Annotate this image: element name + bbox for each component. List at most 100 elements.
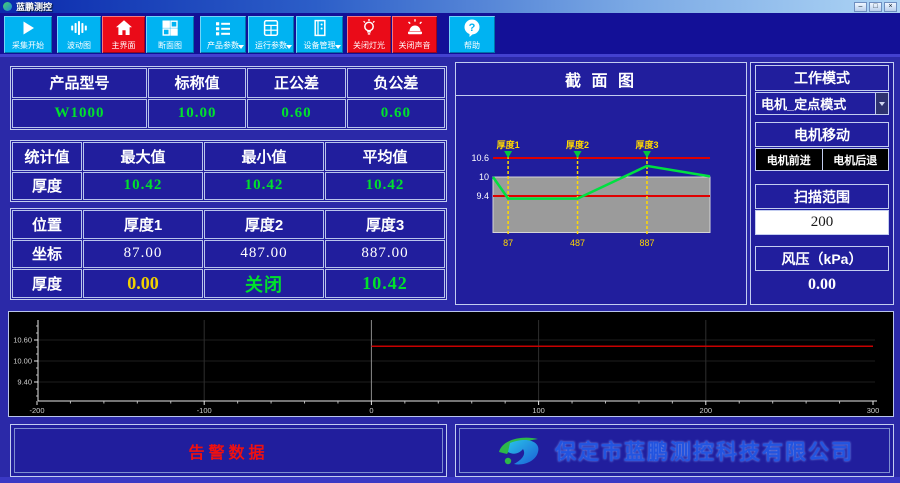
svg-text:-200: -200 — [29, 406, 44, 415]
svg-text:厚度1: 厚度1 — [497, 139, 520, 150]
chevron-down-icon — [286, 45, 292, 49]
air-pressure-value: 0.00 — [755, 273, 889, 296]
toolbar-button-run-params[interactable]: 运行参数 — [248, 16, 294, 53]
svg-text:9.40: 9.40 — [17, 378, 32, 387]
trend-chart-panel: 9.40 10.00 10.60 -200 -100 0 100 200 300 — [8, 311, 894, 417]
toolbar-button-label: 主界面 — [112, 40, 136, 51]
company-name: 保定市蓝鹏测控科技有限公司 — [555, 436, 854, 466]
window-title: 蓝鹏测控 — [16, 0, 52, 13]
light-bulb-icon — [359, 18, 379, 38]
svg-text:100: 100 — [532, 406, 545, 415]
min-value: 10.42 — [204, 172, 324, 201]
thickness2-header: 厚度2 — [204, 210, 324, 239]
alarm-data-box[interactable]: 告警数据 — [10, 424, 447, 477]
coord-2-value: 487.00 — [204, 240, 324, 269]
thickness-2-value: 关闭 — [204, 269, 324, 298]
toolbar-button-section-chart[interactable]: 断面图 — [146, 16, 194, 53]
app-logo-icon — [3, 2, 12, 11]
svg-text:87: 87 — [503, 238, 513, 248]
toolbar-button-start-acquisition[interactable]: 采集开始 — [4, 16, 52, 53]
run-params-icon — [261, 18, 281, 38]
svg-text:887: 887 — [639, 238, 654, 248]
plus-tolerance-value: 0.60 — [247, 99, 345, 129]
svg-text:300: 300 — [867, 406, 880, 415]
close-icon[interactable]: × — [884, 2, 897, 12]
toolbar-button-device-manage[interactable]: 设备管理 — [296, 16, 343, 53]
motor-move-title: 电机移动 — [755, 122, 889, 147]
toolbar-button-label: 波动图 — [67, 40, 91, 51]
position-header: 位置 — [12, 210, 82, 239]
scan-range-title: 扫描范围 — [755, 184, 889, 209]
coord-row-label: 坐标 — [12, 240, 82, 269]
thickness-row-label: 厚度 — [12, 269, 82, 298]
coord-3-value: 887.00 — [325, 240, 445, 269]
company-logo — [495, 433, 543, 469]
company-box: 保定市蓝鹏测控科技有限公司 — [455, 424, 894, 477]
motor-buttons: 电机前进 电机后退 — [755, 148, 889, 171]
product-table: 产品型号 标称值 正公差 负公差 W1000 10.00 0.60 0.60 — [10, 66, 447, 130]
section-chart: 10.6109.4厚度187厚度2487厚度3887 — [456, 96, 746, 302]
minimize-icon[interactable]: – — [854, 2, 867, 12]
minus-tolerance-header: 负公差 — [347, 68, 445, 98]
plus-tolerance-header: 正公差 — [247, 68, 345, 98]
svg-text:10: 10 — [479, 172, 489, 182]
thickness-1-value: 0.00 — [83, 269, 203, 298]
svg-text:9.4: 9.4 — [476, 191, 489, 201]
grid-icon — [160, 18, 180, 38]
avg-header: 平均值 — [325, 142, 445, 171]
avg-value: 10.42 — [325, 172, 445, 201]
nominal-value-header: 标称值 — [148, 68, 246, 98]
svg-text:厚度3: 厚度3 — [635, 139, 658, 150]
thickness-3-value: 10.42 — [325, 269, 445, 298]
wave-icon — [69, 18, 89, 38]
svg-text:-100: -100 — [197, 406, 212, 415]
svg-text:0: 0 — [369, 406, 373, 415]
device-manage-icon — [310, 18, 330, 38]
toolbar-button-light-off[interactable]: 关闭灯光 — [347, 16, 391, 53]
motor-forward-button[interactable]: 电机前进 — [755, 148, 823, 171]
maximize-icon[interactable]: □ — [869, 2, 882, 12]
air-pressure-title: 风压（kPa） — [755, 246, 889, 271]
chevron-down-icon — [238, 45, 244, 49]
position-table: 位置 厚度1 厚度2 厚度3 坐标 87.00 487.00 887.00 厚度… — [10, 208, 447, 300]
toolbar-button-label: 断面图 — [158, 40, 182, 51]
scan-range-input[interactable]: 200 — [755, 210, 889, 235]
chevron-down-icon[interactable] — [875, 93, 888, 114]
status-bar — [0, 477, 900, 483]
svg-text:200: 200 — [700, 406, 713, 415]
toolbar-button-product-params[interactable]: 产品参数 — [200, 16, 246, 53]
svg-text:厚度2: 厚度2 — [566, 139, 589, 150]
toolbar-button-label: 帮助 — [464, 40, 480, 51]
stats-row-label: 厚度 — [12, 172, 82, 201]
svg-text:10.00: 10.00 — [13, 357, 32, 366]
trend-chart: 9.40 10.00 10.60 -200 -100 0 100 200 300 — [9, 312, 893, 416]
toolbar-button-help[interactable]: ? 帮助 — [449, 16, 495, 53]
toolbar-button-main-screen[interactable]: 主界面 — [102, 16, 145, 53]
minus-tolerance-value: 0.60 — [347, 99, 445, 129]
work-mode-select[interactable]: 电机_定点模式 — [755, 92, 889, 115]
work-mode-selected: 电机_定点模式 — [756, 93, 875, 114]
thickness1-header: 厚度1 — [83, 210, 203, 239]
stats-table: 统计值 最大值 最小值 平均值 厚度 10.42 10.42 10.42 — [10, 140, 447, 202]
svg-text:10.6: 10.6 — [471, 153, 489, 163]
toolbar-button-label: 关闭灯光 — [353, 40, 385, 51]
toolbar-button-label: 关闭声音 — [399, 40, 431, 51]
title-bar: 蓝鹏测控 – □ × — [0, 0, 900, 13]
toolbar-button-label: 设备管理 — [304, 40, 336, 51]
stats-header: 统计值 — [12, 142, 82, 171]
work-mode-title: 工作模式 — [755, 65, 889, 91]
toolbar-button-wave-chart[interactable]: 波动图 — [57, 16, 101, 53]
product-model-header: 产品型号 — [12, 68, 147, 98]
toolbar-button-label: 产品参数 — [207, 40, 239, 51]
toolbar-button-sound-off[interactable]: 关闭声音 — [392, 16, 437, 53]
coord-1-value: 87.00 — [83, 240, 203, 269]
svg-text:10.60: 10.60 — [13, 336, 32, 345]
right-control-panel: 工作模式 电机_定点模式 电机移动 电机前进 电机后退 扫描范围 200 风压（… — [750, 62, 894, 305]
product-model-value: W1000 — [12, 99, 147, 129]
toolbar: 采集开始 波动图 主界面 断面图 — [0, 13, 900, 57]
section-panel-title: 截 面 图 — [456, 63, 746, 96]
nominal-value: 10.00 — [148, 99, 246, 129]
thickness3-header: 厚度3 — [325, 210, 445, 239]
home-icon — [114, 18, 134, 38]
motor-backward-button[interactable]: 电机后退 — [822, 148, 890, 171]
